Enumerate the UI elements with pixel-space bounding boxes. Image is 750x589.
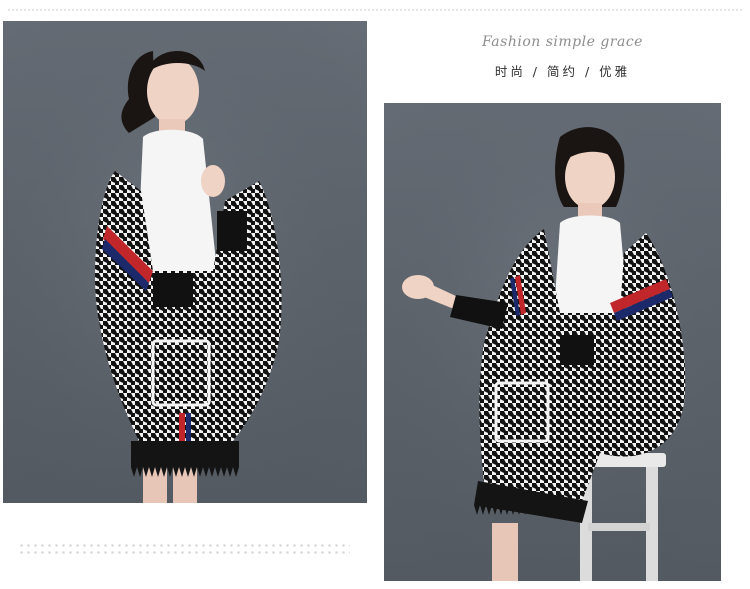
- tagline-script-text: Fashion simple grace: [482, 34, 643, 50]
- tagline-chinese-text: 时尚 / 简约 / 优雅: [494, 64, 631, 79]
- model-photo-right: [384, 103, 721, 581]
- tagline: Fashion simple grace 时尚 / 简约 / 优雅: [425, 34, 700, 80]
- model-photo-left: [3, 21, 367, 503]
- top-dotted-divider: [8, 9, 742, 11]
- bottom-dot-pattern: [18, 542, 350, 556]
